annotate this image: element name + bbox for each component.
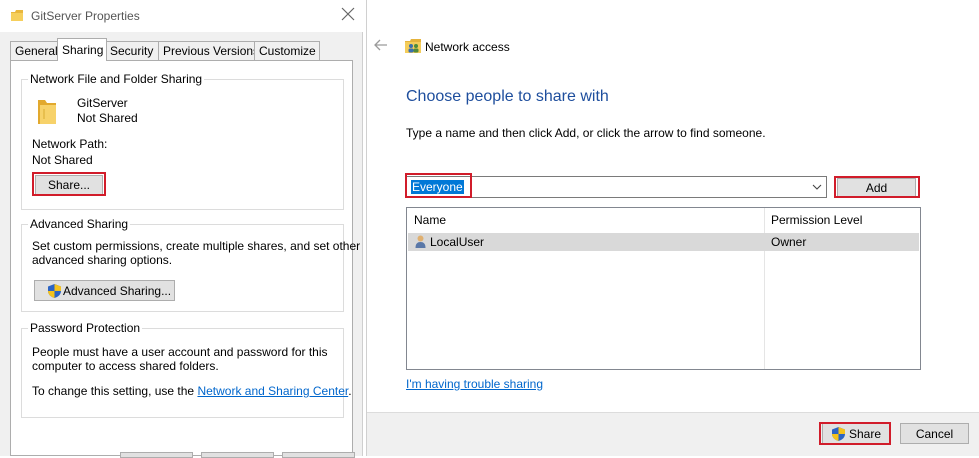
network-path-label: Network Path:	[32, 137, 108, 151]
network-users-icon	[405, 39, 421, 53]
shield-icon	[48, 284, 61, 298]
permissions-list: Name Permission Level LocalUser Owner	[406, 207, 921, 370]
cancel-button-partial[interactable]	[201, 452, 274, 458]
tab-security[interactable]: Security	[105, 41, 160, 60]
people-input[interactable]: Everyone	[406, 176, 827, 198]
share-confirm-button[interactable]: Share	[822, 423, 890, 444]
tab-customize[interactable]: Customize	[254, 41, 320, 60]
folder-status: Not Shared	[77, 111, 138, 125]
table-row[interactable]: LocalUser Owner	[408, 233, 919, 251]
properties-titlebar: GitServer Properties	[0, 0, 363, 32]
network-sharing-group: Network File and Folder Sharing GitServe…	[21, 72, 344, 210]
close-icon[interactable]	[341, 7, 355, 21]
properties-window: GitServer Properties General Sharing Sec…	[0, 0, 363, 458]
advanced-sharing-group: Advanced Sharing Set custom permissions,…	[21, 217, 360, 312]
network-access-dialog: Network access Choose people to share wi…	[366, 0, 979, 456]
password-protection-change-line: To change this setting, use the Network …	[32, 384, 352, 398]
password-protection-text: computer to access shared folders.	[32, 359, 219, 373]
row-user-name: LocalUser	[430, 235, 485, 249]
network-sharing-center-link[interactable]: Network and Sharing Center	[197, 384, 348, 398]
dialog-instruction: Type a name and then click Add, or click…	[406, 126, 766, 140]
password-protection-group: Password Protection People must have a u…	[21, 321, 352, 418]
window-title: GitServer Properties	[31, 9, 140, 23]
trouble-sharing-link[interactable]: I'm having trouble sharing	[406, 377, 543, 391]
dialog-footer: Share Cancel	[367, 412, 979, 456]
dialog-title: Network access	[425, 40, 510, 54]
network-path-value: Not Shared	[32, 153, 93, 167]
cancel-button[interactable]: Cancel	[900, 423, 969, 444]
advanced-sharing-description: Set custom permissions, create multiple …	[32, 239, 361, 253]
add-button[interactable]: Add	[837, 178, 916, 197]
shield-icon	[832, 427, 845, 441]
row-permission-level[interactable]: Owner	[771, 235, 806, 249]
advanced-sharing-button-label: Advanced Sharing...	[63, 283, 172, 298]
column-header-permission-level[interactable]: Permission Level	[771, 213, 862, 227]
share-button[interactable]: Share...	[35, 175, 103, 195]
ok-button-partial[interactable]	[120, 452, 193, 458]
tab-previous-versions[interactable]: Previous Versions	[158, 41, 259, 60]
share-confirm-button-label: Share	[849, 426, 882, 441]
column-header-name[interactable]: Name	[414, 213, 446, 227]
group-title: Advanced Sharing	[28, 217, 131, 231]
folder-name: GitServer	[77, 96, 128, 110]
group-title: Password Protection	[28, 321, 143, 335]
tab-general[interactable]: General	[10, 41, 58, 60]
folder-icon	[38, 100, 56, 124]
back-arrow-icon[interactable]	[374, 39, 388, 51]
advanced-sharing-description: advanced sharing options.	[32, 253, 173, 267]
people-input-value[interactable]: Everyone	[411, 180, 464, 194]
folder-icon	[11, 10, 23, 21]
sharing-tab-panel: Network File and Folder Sharing GitServe…	[10, 60, 360, 456]
group-title: Network File and Folder Sharing	[28, 72, 205, 86]
apply-button-partial[interactable]	[282, 452, 355, 458]
list-header: Name Permission Level	[407, 208, 920, 232]
password-protection-text: People must have a user account and pass…	[32, 345, 328, 359]
dialog-heading: Choose people to share with	[406, 88, 609, 105]
tab-sharing[interactable]: Sharing	[57, 38, 107, 61]
chevron-down-icon[interactable]	[812, 183, 822, 191]
advanced-sharing-button[interactable]: Advanced Sharing...	[34, 280, 175, 301]
user-icon	[415, 235, 426, 248]
